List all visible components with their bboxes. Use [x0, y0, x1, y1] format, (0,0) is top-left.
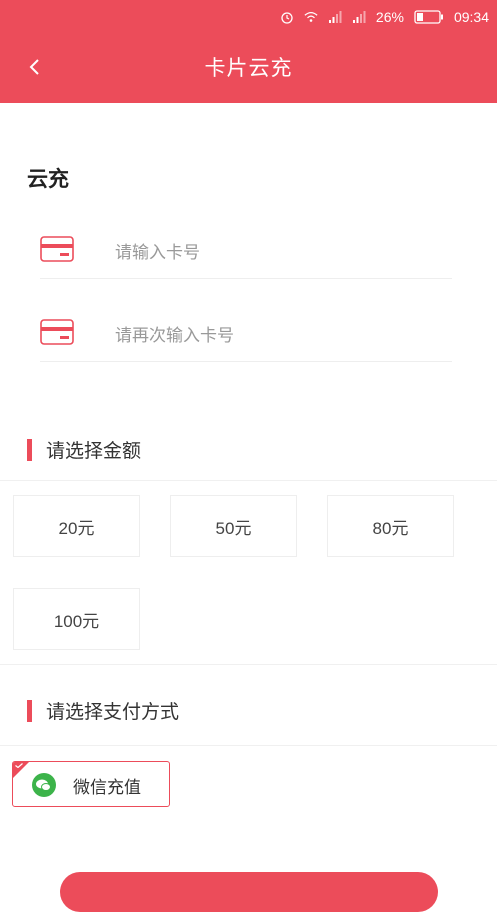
checkmark-icon: [15, 763, 23, 768]
clock: 09:34: [453, 9, 489, 25]
divider: [0, 480, 497, 481]
amount-option-80[interactable]: 80元: [327, 495, 454, 557]
battery-percent: 26%: [375, 9, 404, 25]
alarm-icon: [281, 12, 293, 24]
app-header: 26% 09:34 卡片云充: [0, 0, 497, 103]
status-bar: 26% 09:34: [280, 6, 489, 28]
section-title: 云充: [27, 167, 69, 191]
divider: [0, 664, 497, 665]
divider: [0, 745, 497, 746]
wechat-icon: [32, 773, 56, 797]
amount-option-20[interactable]: 20元: [13, 495, 140, 557]
wechat-pay-label: 微信充值: [73, 778, 141, 798]
amount-heading: 请选择金额: [27, 436, 141, 463]
wifi-icon: [304, 12, 318, 22]
card-icon: [40, 319, 74, 345]
amount-heading-label: 请选择金额: [46, 440, 142, 462]
signal-icon-2: [352, 11, 366, 23]
card-number-field[interactable]: 请输入卡号: [40, 222, 452, 279]
signal-icon-1: [328, 11, 342, 23]
heading-accent-bar: [27, 699, 32, 722]
page-title: 卡片云充: [204, 56, 293, 80]
payment-heading: 请选择支付方式: [27, 697, 179, 724]
card-number-confirm-field[interactable]: 请再次输入卡号: [40, 305, 452, 362]
card-icon: [40, 236, 74, 262]
payment-heading-label: 请选择支付方式: [46, 701, 180, 723]
battery-icon: [414, 10, 443, 24]
card-number-input[interactable]: 请输入卡号: [115, 238, 200, 263]
wechat-pay-option[interactable]: 微信充值: [12, 761, 170, 807]
submit-button[interactable]: [60, 872, 438, 912]
heading-accent-bar: [27, 438, 32, 461]
card-number-confirm-input[interactable]: 请再次输入卡号: [115, 321, 234, 346]
amount-option-100[interactable]: 100元: [13, 588, 140, 650]
amount-option-50[interactable]: 50元: [170, 495, 297, 557]
